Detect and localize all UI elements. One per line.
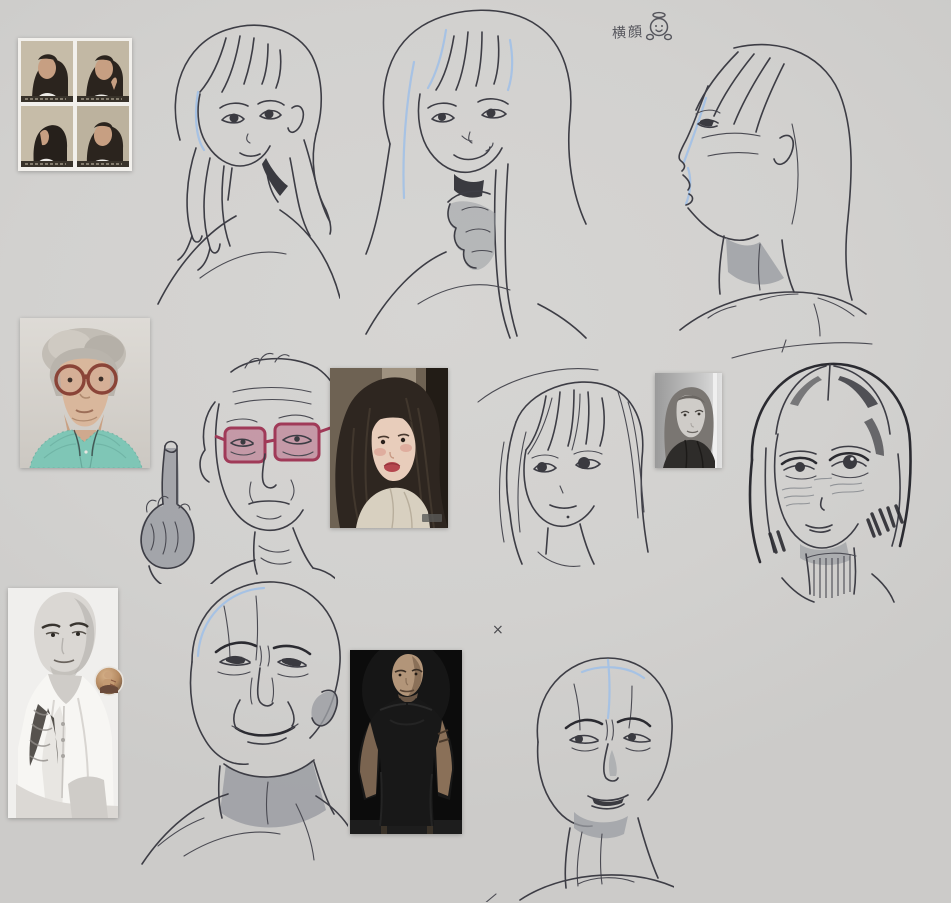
sketch-girl-side-glance[interactable] <box>468 362 658 578</box>
sketch-girl-profile[interactable] <box>642 28 874 346</box>
sketch-girl-bob-freckles[interactable] <box>722 338 942 604</box>
photo-rock-bw-image <box>8 588 118 818</box>
profile-label-text: 横顔 <box>612 24 645 42</box>
photo-girl-bw-small-image <box>655 373 722 468</box>
sketch-girl-three-quarter-drawing <box>140 8 340 310</box>
sticker-round-color-badge[interactable] <box>94 666 124 696</box>
reference-board-canvas[interactable]: 横顔 <box>0 0 951 903</box>
sketch-girl-pointing-drawing <box>358 2 596 354</box>
annotation-profile-label: 横顔 <box>611 21 644 43</box>
photo-grid-woman-reference[interactable] <box>18 38 132 171</box>
photo-rock-bw[interactable] <box>8 588 118 818</box>
photo-elderly-woman[interactable] <box>20 318 150 468</box>
sketch-elderly-man-middle-finger[interactable] <box>133 342 335 584</box>
sketch-girl-three-quarter[interactable] <box>140 8 340 310</box>
sticker-round-color-badge-image <box>94 666 124 696</box>
sketch-bald-man-smirk[interactable] <box>128 566 348 866</box>
photo-girl-dark-hair-image <box>330 368 448 528</box>
sketch-bald-man-concerned-drawing <box>482 632 674 902</box>
sketch-elderly-man-drawing <box>133 342 335 584</box>
sketch-girl-pointing[interactable] <box>358 2 596 354</box>
photo-girl-dark-hair[interactable] <box>330 368 448 528</box>
sketch-girl-bob-drawing <box>722 338 942 604</box>
sketch-girl-side-glance-drawing <box>468 362 658 578</box>
photo-elderly-woman-image <box>20 318 150 468</box>
photo-rock-dark[interactable] <box>350 650 462 834</box>
photo-girl-bw-small[interactable] <box>655 373 722 468</box>
photo-rock-dark-image <box>350 650 462 834</box>
sketch-bald-man-concerned[interactable] <box>482 632 674 902</box>
photo-grid-woman-reference-image <box>18 38 132 171</box>
sketch-girl-profile-drawing <box>642 28 874 346</box>
sketch-bald-man-smirk-drawing <box>128 566 348 866</box>
